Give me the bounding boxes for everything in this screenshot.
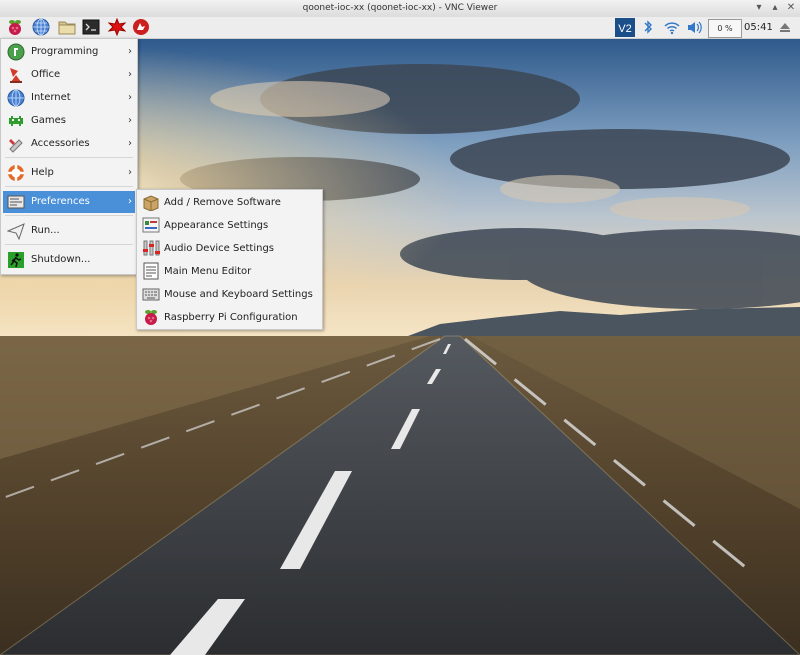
- menu-item-label: Add / Remove Software: [164, 197, 281, 208]
- menu-item-label: Mouse and Keyboard Settings: [164, 289, 313, 300]
- menu-item-label: Preferences: [31, 196, 90, 207]
- raspberry-pi-icon: [145, 310, 157, 325]
- preferences-submenu: Add / Remove Software Appearance Setting…: [136, 189, 323, 330]
- minimize-icon[interactable]: ▾: [752, 2, 766, 14]
- menu-item-label: Internet: [31, 92, 71, 103]
- submenu-arrow-icon: ›: [128, 115, 132, 126]
- menu-item-programming[interactable]: Programming ›: [3, 41, 135, 63]
- mathematica-icon[interactable]: [106, 17, 128, 38]
- menu-item-mouse-and-keyboard-settings[interactable]: Mouse and Keyboard Settings: [139, 283, 320, 306]
- menu-item-label: Audio Device Settings: [164, 243, 274, 254]
- audio-settings-icon: [143, 240, 160, 256]
- window-titlebar[interactable]: qoonet-ioc-xx (qoonet-ioc-xx) - VNC View…: [0, 0, 800, 18]
- vnc-icon[interactable]: V2: [614, 17, 636, 38]
- menu-separator: [5, 186, 133, 187]
- menu-item-label: Shutdown...: [31, 254, 91, 265]
- menu-item-audio-device-settings[interactable]: Audio Device Settings: [139, 237, 320, 260]
- menu-item-label: Main Menu Editor: [164, 266, 252, 277]
- menu-item-raspberry-pi-configuration[interactable]: Raspberry Pi Configuration: [139, 306, 320, 329]
- internet-icon: [7, 89, 25, 107]
- wolfram-icon[interactable]: [130, 17, 152, 38]
- submenu-arrow-icon: ›: [128, 92, 132, 103]
- run-icon: [7, 223, 25, 240]
- menu-item-office[interactable]: Office ›: [3, 64, 135, 86]
- menu-item-label: Games: [31, 115, 66, 126]
- submenu-arrow-icon: ›: [128, 46, 132, 57]
- menu-item-label: Programming: [31, 46, 99, 57]
- menu-item-internet[interactable]: Internet ›: [3, 87, 135, 109]
- cpu-usage-monitor[interactable]: 0 %: [708, 19, 742, 38]
- games-icon: [9, 116, 23, 126]
- main-menu: Programming › Office › Internet › Games …: [0, 38, 138, 275]
- menu-item-appearance-settings[interactable]: Appearance Settings: [139, 214, 320, 237]
- menu-item-label: Office: [31, 69, 61, 80]
- menu-editor-icon: [143, 262, 159, 280]
- accessories-icon: [9, 139, 23, 153]
- menu-item-label: Run...: [31, 225, 60, 236]
- svg-text:V2: V2: [618, 23, 631, 35]
- submenu-arrow-icon: ›: [128, 196, 132, 207]
- menu-item-preferences[interactable]: Preferences ›: [3, 191, 135, 213]
- terminal-icon[interactable]: [80, 17, 102, 38]
- menu-item-help[interactable]: Help ›: [3, 162, 135, 184]
- top-panel: V2: [0, 17, 800, 39]
- volume-icon[interactable]: [686, 17, 704, 38]
- wifi-icon[interactable]: [662, 17, 682, 38]
- shutdown-icon: [8, 252, 24, 268]
- clock[interactable]: 05:41: [744, 17, 773, 38]
- menu-item-label: Help: [31, 167, 54, 178]
- maximize-icon[interactable]: ▴: [768, 2, 782, 14]
- keyboard-icon: [142, 288, 160, 301]
- menu-separator: [5, 157, 133, 158]
- office-icon: [10, 68, 22, 83]
- menu-item-games[interactable]: Games ›: [3, 110, 135, 132]
- menu-item-label: Appearance Settings: [164, 220, 269, 231]
- bluetooth-icon[interactable]: [640, 17, 656, 38]
- menu-item-run[interactable]: Run...: [3, 220, 135, 242]
- file-manager-icon[interactable]: [56, 17, 78, 38]
- close-icon[interactable]: ✕: [784, 2, 798, 14]
- menu-separator: [5, 244, 133, 245]
- menu-item-label: Raspberry Pi Configuration: [164, 312, 298, 323]
- menu-item-main-menu-editor[interactable]: Main Menu Editor: [139, 260, 320, 283]
- eject-icon[interactable]: [776, 17, 794, 38]
- programming-icon: [7, 43, 25, 61]
- help-icon: [8, 165, 24, 181]
- menu-item-accessories[interactable]: Accessories ›: [3, 133, 135, 155]
- package-icon: [143, 195, 159, 211]
- raspberry-menu-icon[interactable]: [4, 17, 26, 38]
- menu-item-label: Accessories: [31, 138, 90, 149]
- web-browser-icon[interactable]: [30, 17, 52, 38]
- appearance-icon: [142, 217, 160, 233]
- menu-item-shutdown[interactable]: Shutdown...: [3, 249, 135, 271]
- menu-separator: [5, 215, 133, 216]
- submenu-arrow-icon: ›: [128, 69, 132, 80]
- preferences-icon: [7, 195, 25, 209]
- submenu-arrow-icon: ›: [128, 167, 132, 178]
- menu-item-add-remove-software[interactable]: Add / Remove Software: [139, 191, 320, 214]
- submenu-arrow-icon: ›: [128, 138, 132, 149]
- window-title: qoonet-ioc-xx (qoonet-ioc-xx) - VNC View…: [302, 3, 498, 13]
